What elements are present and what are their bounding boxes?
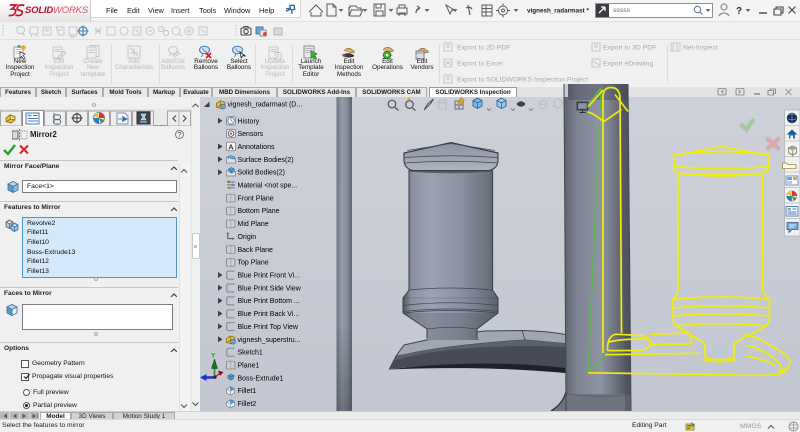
svg-text:Plane1: Plane1: [238, 362, 260, 369]
svg-text:Y: Y: [211, 353, 216, 360]
svg-text:Sketch1: Sketch1: [238, 350, 263, 357]
svg-text:Export eDrawing: Export eDrawing: [603, 61, 653, 68]
svg-text:Export to 2D PDF: Export to 2D PDF: [457, 45, 510, 52]
svg-text:Material <not spe...: Material <not spe...: [238, 183, 298, 190]
svg-text:Blue Print Bottom ...: Blue Print Bottom ...: [238, 298, 300, 305]
svg-text:?: ?: [736, 6, 742, 17]
svg-text:History: History: [238, 118, 260, 125]
svg-text:Boss-Extrude1: Boss-Extrude1: [238, 375, 284, 382]
svg-text:vignesh_superstru...: vignesh_superstru...: [238, 337, 301, 344]
svg-text:Front Plane: Front Plane: [238, 195, 274, 202]
svg-text:Blue Print Front Vi...: Blue Print Front Vi...: [238, 273, 301, 280]
svg-text:Export to Excel: Export to Excel: [457, 61, 503, 68]
svg-text:Blue Print Top View: Blue Print Top View: [238, 324, 299, 331]
svg-text:Sensors: Sensors: [238, 131, 264, 138]
svg-text:Surface Bodies(2): Surface Bodies(2): [238, 157, 294, 164]
svg-text:Net-Inspect: Net-Inspect: [683, 45, 718, 52]
svg-text:Export to 3D PDF: Export to 3D PDF: [603, 45, 656, 52]
svg-text:Back Plane: Back Plane: [238, 247, 274, 254]
svg-text:Export to SOLIDWORKS Inspectio: Export to SOLIDWORKS Inspection Project: [457, 77, 588, 84]
svg-text:Mid Plane: Mid Plane: [238, 221, 269, 228]
svg-text:Annotations: Annotations: [238, 144, 275, 151]
svg-text:Fillet2: Fillet2: [238, 401, 257, 408]
svg-text:Blue Print Side View: Blue Print Side View: [238, 285, 302, 292]
svg-text:vignesh_radarmast *: vignesh_radarmast *: [527, 8, 589, 15]
svg-text:Origin: Origin: [238, 234, 257, 241]
svg-text:Top Plane: Top Plane: [238, 260, 269, 267]
svg-text:Bottom Plane: Bottom Plane: [238, 208, 280, 215]
svg-text:Fillet1: Fillet1: [238, 388, 257, 395]
svg-text:Solid Bodies(2): Solid Bodies(2): [238, 170, 285, 177]
svg-text:vignesh_radarmast (D...: vignesh_radarmast (D...: [228, 102, 303, 109]
svg-text:Blue Print Back Vi...: Blue Print Back Vi...: [238, 311, 300, 318]
